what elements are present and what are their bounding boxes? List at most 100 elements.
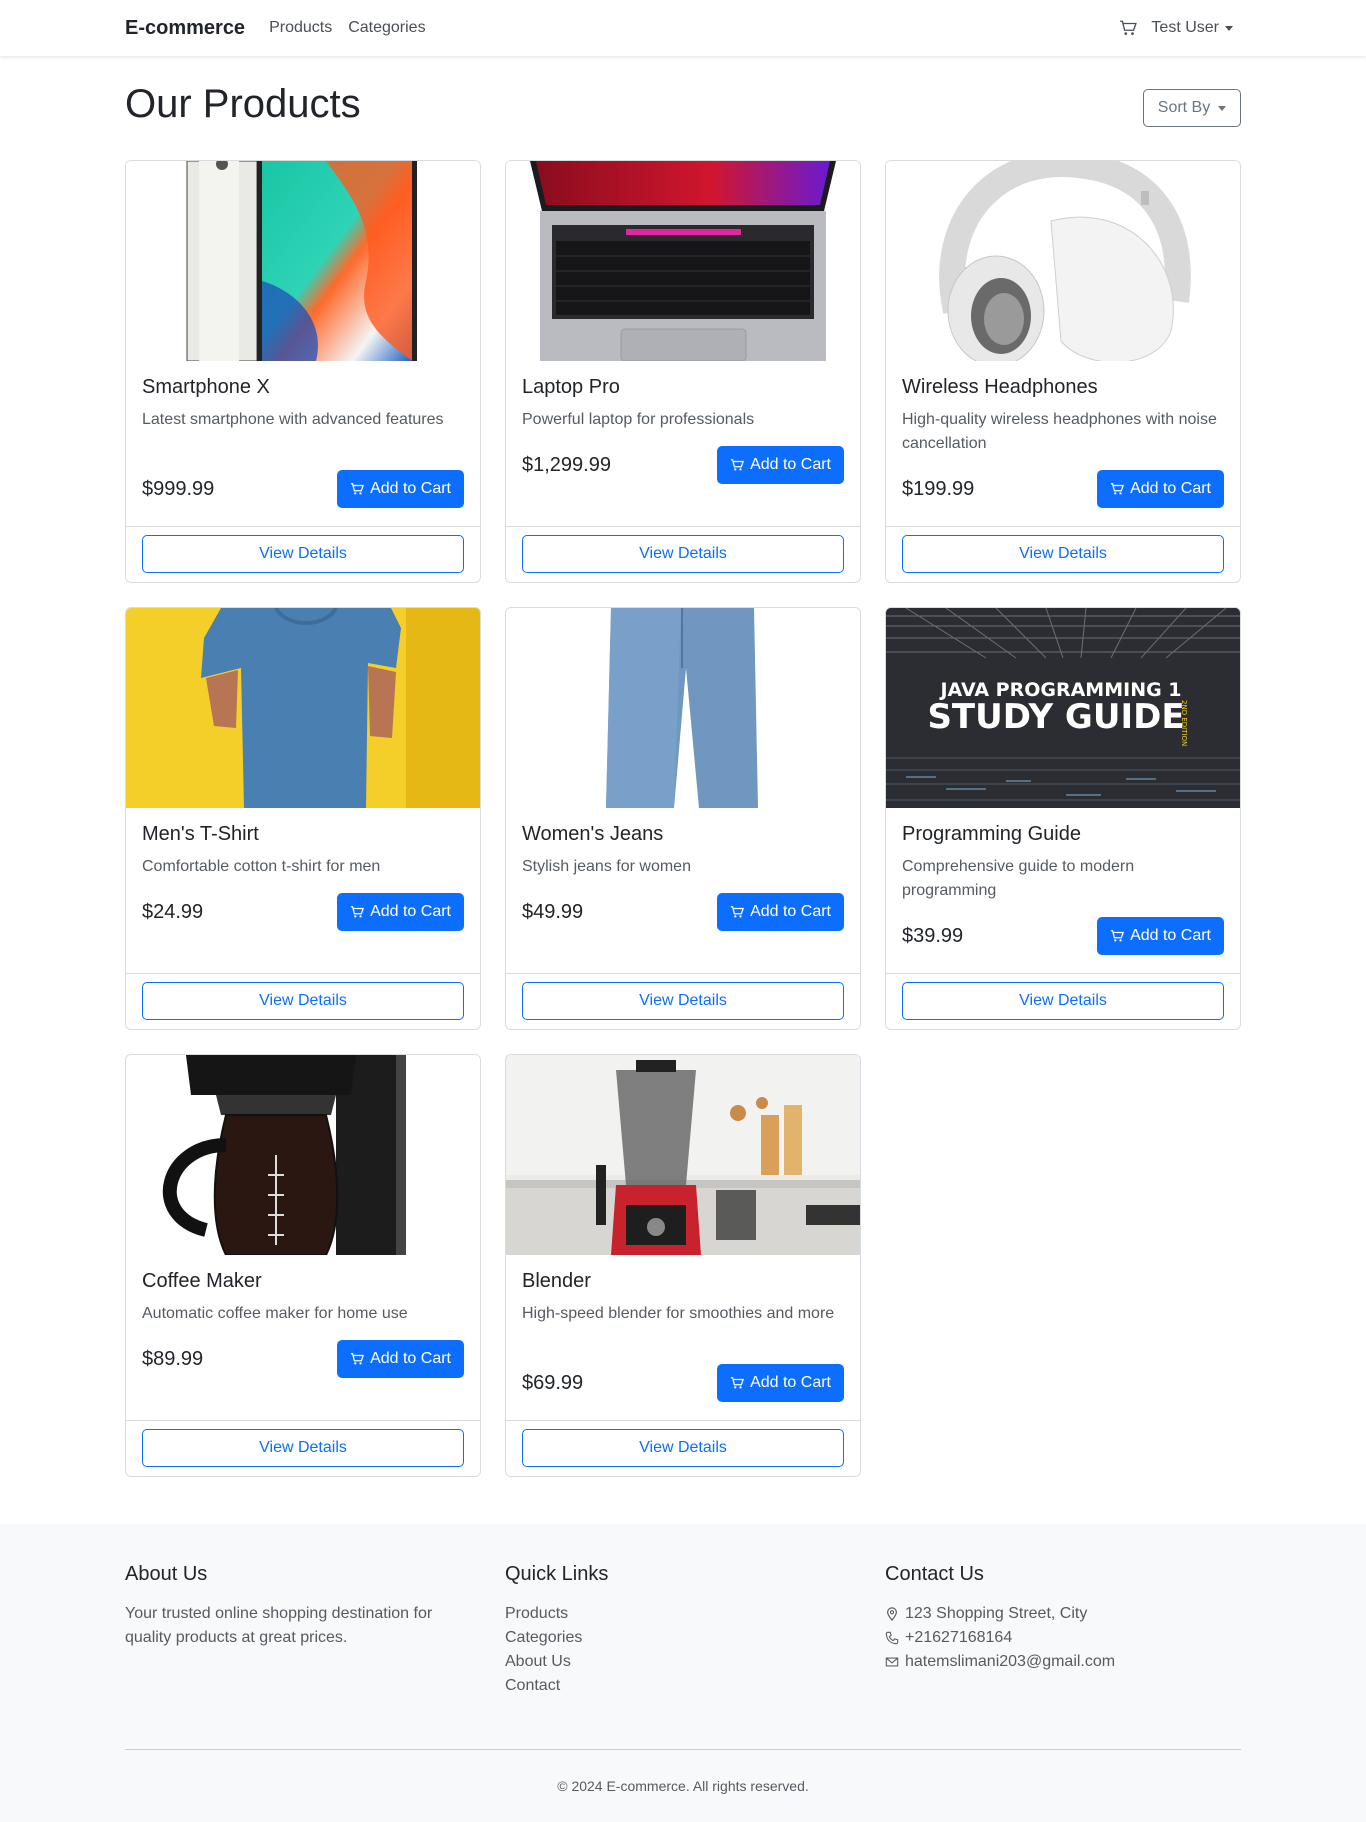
caret-down-icon [1218, 105, 1227, 111]
add-to-cart-button[interactable]: Add to Cart [1097, 470, 1224, 508]
product-description: Comprehensive guide to modern programmin… [902, 858, 1135, 899]
product-image[interactable] [886, 161, 1240, 361]
add-to-cart-button[interactable]: Add to Cart [1097, 917, 1224, 955]
caret-down-icon [1225, 25, 1233, 31]
contact-phone: +21627168164 [905, 1629, 1013, 1646]
phone-icon [885, 1631, 899, 1645]
product-name: Coffee Maker [142, 1270, 262, 1292]
product-image[interactable] [126, 608, 480, 808]
copyright-text: © 2024 E-commerce. All rights reserved. [557, 1778, 809, 1794]
user-name: Test User [1151, 19, 1219, 36]
footer-about: About Us Your trusted online shopping de… [125, 1560, 465, 1650]
product-description: Automatic coffee maker for home use [142, 1305, 408, 1322]
user-dropdown[interactable]: Test User [1151, 19, 1233, 37]
product-name: Blender [522, 1270, 591, 1292]
view-details-button[interactable]: View Details [142, 982, 464, 1020]
footer-contact-title: Contact Us [885, 1563, 984, 1585]
product-card: Men's T-Shirt Comfortable cotton t-shirt… [125, 607, 481, 1030]
cart-icon [1110, 483, 1125, 495]
view-details-button[interactable]: View Details [142, 1429, 464, 1467]
add-to-cart-button[interactable]: Add to Cart [337, 893, 464, 931]
footer-link-categories[interactable]: Categories [505, 1626, 845, 1650]
footer-contact: Contact Us 123 Shopping Street, City +21… [885, 1560, 1225, 1674]
add-to-cart-label: Add to Cart [370, 1350, 451, 1367]
footer-links-title: Quick Links [505, 1563, 609, 1585]
add-to-cart-label: Add to Cart [1130, 480, 1211, 497]
add-to-cart-label: Add to Cart [370, 480, 451, 497]
product-image[interactable] [506, 161, 860, 361]
add-to-cart-label: Add to Cart [750, 903, 831, 920]
cart-icon[interactable] [1119, 19, 1138, 37]
footer-link-about[interactable]: About Us [505, 1650, 845, 1674]
view-details-button[interactable]: View Details [142, 535, 464, 573]
product-price: $999.99 [142, 477, 215, 500]
view-details-button[interactable]: View Details [902, 535, 1224, 573]
product-price: $49.99 [522, 900, 584, 923]
footer-link-contact[interactable]: Contact [505, 1674, 845, 1698]
footer-about-title: About Us [125, 1563, 208, 1585]
envelope-icon [885, 1657, 899, 1667]
footer-link-products[interactable]: Products [505, 1602, 845, 1626]
product-price: $1,299.99 [522, 453, 611, 476]
footer-quick-links: Quick Links Products Categories About Us… [505, 1560, 845, 1698]
product-price: $39.99 [902, 924, 964, 947]
nav-link-products[interactable]: Products [269, 19, 332, 37]
product-card: Laptop Pro Powerful laptop for professio… [505, 160, 861, 583]
cart-icon [1110, 930, 1125, 942]
product-price: $89.99 [142, 1347, 204, 1370]
product-price: $69.99 [522, 1371, 584, 1394]
product-name: Women's Jeans [522, 823, 664, 845]
footer: About Us Your trusted online shopping de… [0, 1524, 1366, 1822]
product-description: Stylish jeans for women [522, 858, 691, 875]
product-card: Wireless Headphones High-quality wireles… [885, 160, 1241, 583]
product-description: High-speed blender for smoothies and mor… [522, 1305, 835, 1322]
product-price: $24.99 [142, 900, 204, 923]
cart-icon [350, 906, 365, 918]
add-to-cart-button[interactable]: Add to Cart [717, 1364, 844, 1402]
navbar: E-commerce Products Categories Test User [0, 0, 1366, 56]
add-to-cart-button[interactable]: Add to Cart [717, 446, 844, 484]
product-description: Comfortable cotton t-shirt for men [142, 858, 381, 875]
view-details-button[interactable]: View Details [902, 982, 1224, 1020]
product-image[interactable] [126, 161, 480, 361]
sort-label: Sort By [1157, 99, 1211, 116]
product-card: JAVA PROGRAMMING 1 STUDY GUIDE 2ND EDITI… [885, 607, 1241, 1030]
product-name: Laptop Pro [522, 376, 620, 398]
cart-icon [350, 483, 365, 495]
product-name: Wireless Headphones [902, 376, 1098, 398]
add-to-cart-label: Add to Cart [370, 903, 451, 920]
product-image[interactable] [506, 608, 860, 808]
contact-address: 123 Shopping Street, City [905, 1605, 1088, 1622]
contact-email[interactable]: hatemslimani203@gmail.com [905, 1650, 1115, 1674]
footer-divider [125, 1749, 1241, 1750]
cart-icon [730, 459, 745, 471]
book-cover-title-2: STUDY GUIDE [927, 697, 1184, 737]
add-to-cart-button[interactable]: Add to Cart [337, 1340, 464, 1378]
add-to-cart-label: Add to Cart [1130, 927, 1211, 944]
view-details-button[interactable]: View Details [522, 982, 844, 1020]
product-card: Coffee Maker Automatic coffee maker for … [125, 1054, 481, 1477]
view-details-button[interactable]: View Details [522, 535, 844, 573]
product-card: Blender High-speed blender for smoothies… [505, 1054, 861, 1477]
product-card: Smartphone X Latest smartphone with adva… [125, 160, 481, 583]
sort-dropdown-button[interactable]: Sort By [1143, 89, 1241, 127]
product-description: Powerful laptop for professionals [522, 411, 755, 428]
brand-logo[interactable]: E-commerce [125, 17, 245, 40]
product-image[interactable] [506, 1055, 860, 1255]
add-to-cart-button[interactable]: Add to Cart [717, 893, 844, 931]
cart-icon [730, 1377, 745, 1389]
add-to-cart-label: Add to Cart [750, 456, 831, 473]
add-to-cart-button[interactable]: Add to Cart [337, 470, 464, 508]
footer-about-text: Your trusted online shopping destination… [125, 1605, 433, 1646]
product-description: Latest smartphone with advanced features [142, 411, 444, 428]
product-name: Smartphone X [142, 376, 270, 398]
nav-link-categories[interactable]: Categories [348, 19, 425, 37]
page-title: Our Products [125, 82, 361, 126]
book-cover-edition: 2ND EDITION [1180, 700, 1188, 746]
product-price: $199.99 [902, 477, 975, 500]
product-name: Men's T-Shirt [142, 823, 259, 845]
view-details-button[interactable]: View Details [522, 1429, 844, 1467]
product-image[interactable]: JAVA PROGRAMMING 1 STUDY GUIDE 2ND EDITI… [886, 608, 1240, 808]
product-image[interactable] [126, 1055, 480, 1255]
cart-icon [730, 906, 745, 918]
